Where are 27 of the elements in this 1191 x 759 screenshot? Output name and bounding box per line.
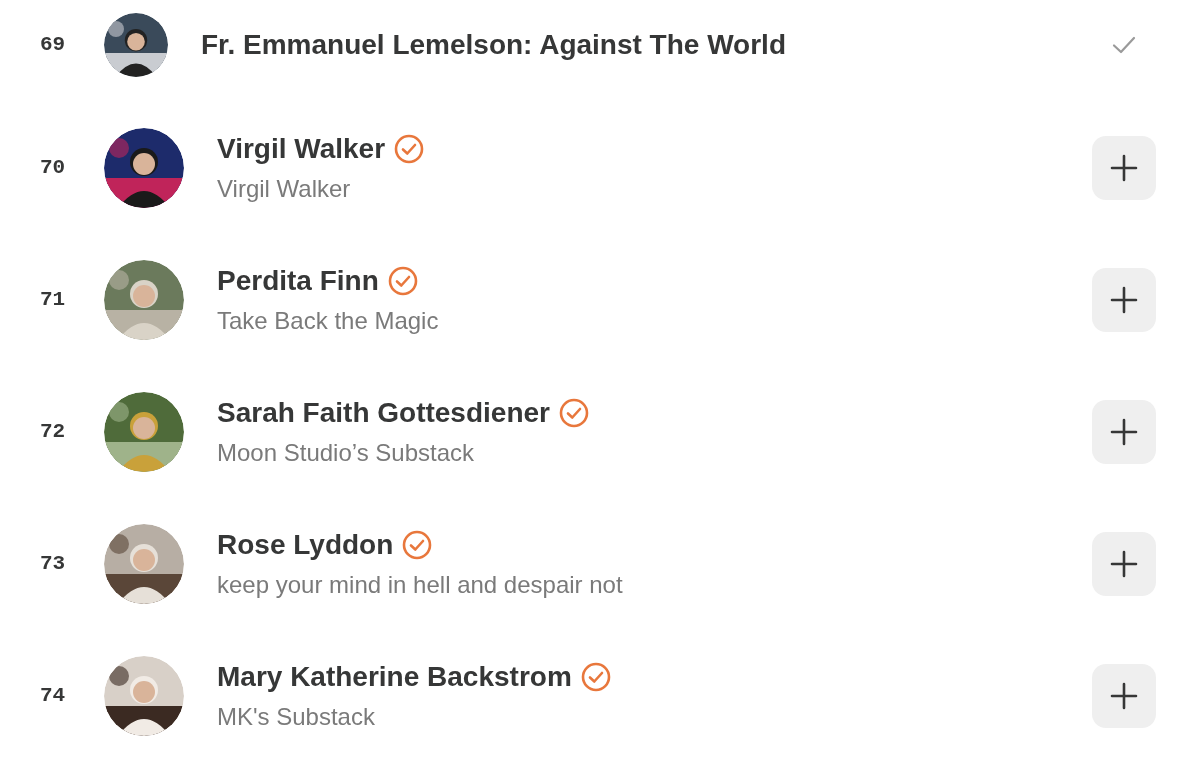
rank-number: 71 <box>40 287 67 314</box>
rank-number: 72 <box>40 419 67 446</box>
subscribe-button[interactable] <box>1092 268 1156 332</box>
plus-icon <box>1110 418 1138 446</box>
publication-subtitle: Take Back the Magic <box>217 306 440 336</box>
publication-subtitle: Virgil Walker <box>217 174 352 204</box>
publication-name[interactable]: Rose Lyddon <box>217 527 394 563</box>
publication-name[interactable]: Virgil Walker <box>217 131 386 167</box>
rank-number: 69 <box>40 32 67 59</box>
rank-number: 73 <box>40 551 67 578</box>
rank-number: 74 <box>40 683 67 710</box>
plus-icon <box>1110 550 1138 578</box>
subscribe-button[interactable] <box>1092 532 1156 596</box>
plus-icon <box>1110 286 1138 314</box>
publication-name[interactable]: Fr. Emmanuel Lemelson: Against The World <box>201 27 786 63</box>
publication-subtitle: MK's Substack <box>217 702 376 732</box>
plus-icon <box>1110 682 1138 710</box>
publication-name[interactable]: Sarah Faith Gottesdiener <box>217 395 550 431</box>
publication-name[interactable]: Mary Katherine Backstrom <box>217 659 572 695</box>
subscribe-button[interactable] <box>1092 136 1156 200</box>
rank-number: 70 <box>40 155 67 182</box>
publication-subtitle: Moon Studio’s Substack <box>217 438 476 468</box>
subscribe-button[interactable] <box>1092 664 1156 728</box>
publication-name[interactable]: Perdita Finn <box>217 263 379 299</box>
plus-icon <box>1110 154 1138 182</box>
publication-subtitle: keep your mind in hell and despair not <box>217 570 624 600</box>
subscribe-button[interactable] <box>1092 400 1156 464</box>
